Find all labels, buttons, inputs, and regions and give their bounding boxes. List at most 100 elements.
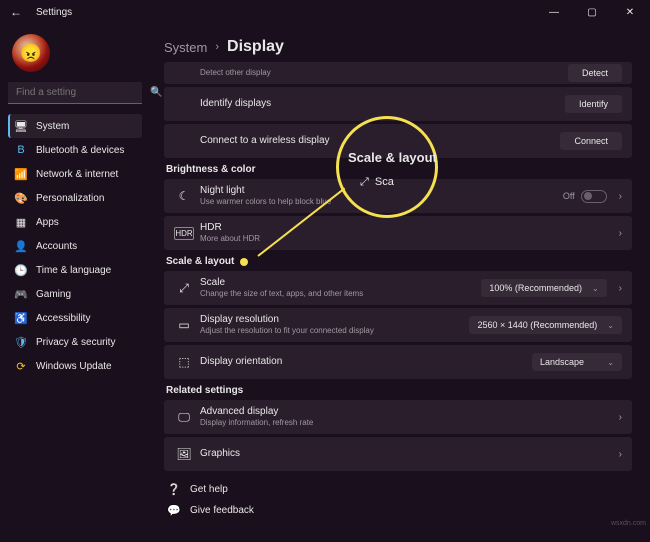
row-detect-other-display[interactable]: Detect other display Detect	[164, 62, 632, 84]
update-icon: ⟳	[14, 360, 28, 373]
section-related-settings: Related settings	[166, 385, 632, 396]
row-identify-displays[interactable]: Identify displays Identify	[164, 87, 632, 121]
row-advanced-display[interactable]: 🖵 Advanced display Display information, …	[164, 400, 632, 434]
sidebar-item-label: Network & internet	[36, 169, 118, 180]
avatar[interactable]: 😠	[12, 34, 50, 72]
sidebar-item-network[interactable]: 📶 Network & internet	[8, 162, 142, 186]
nightlight-toggle[interactable]	[581, 190, 607, 203]
section-scale-layout: Scale & layout	[166, 256, 632, 267]
chevron-down-icon: ⌄	[607, 321, 614, 330]
row-title: Night light	[200, 185, 563, 197]
maximize-button[interactable]: ▢	[578, 2, 606, 22]
row-scale[interactable]: ⤢ Scale Change the size of text, apps, a…	[164, 271, 632, 305]
resolution-dropdown[interactable]: 2560 × 1440 (Recommended) ⌄	[469, 316, 622, 334]
row-title: Graphics	[200, 448, 613, 460]
orientation-icon: ⬚	[174, 355, 194, 369]
row-title: Advanced display	[200, 406, 613, 418]
row-title: Detect other display	[200, 68, 568, 78]
row-subtitle: Change the size of text, apps, and other…	[200, 289, 481, 299]
sidebar-item-label: Apps	[36, 217, 59, 228]
page-title: Display	[227, 38, 284, 56]
connect-button[interactable]: Connect	[560, 132, 622, 150]
sidebar-item-time[interactable]: 🕒 Time & language	[8, 258, 142, 282]
orientation-dropdown[interactable]: Landscape ⌄	[532, 353, 622, 371]
identify-button[interactable]: Identify	[565, 95, 622, 113]
nightlight-icon: ☾	[174, 189, 194, 203]
section-scale-layout-label: Scale & layout	[166, 256, 234, 267]
row-title: Identify displays	[200, 98, 565, 110]
system-icon: 🖥	[14, 120, 28, 133]
sidebar-item-apps[interactable]: ▦ Apps	[8, 210, 142, 234]
chevron-down-icon: ⌄	[607, 358, 614, 367]
sidebar-item-privacy[interactable]: 🛡 Privacy & security	[8, 330, 142, 354]
callout-dot	[240, 258, 248, 266]
chevron-right-icon: ›	[613, 191, 622, 202]
dropdown-value: 100% (Recommended)	[489, 283, 582, 293]
link-give-feedback[interactable]: 💬 Give feedback	[164, 500, 632, 521]
sidebar-item-update[interactable]: ⟳ Windows Update	[8, 354, 142, 378]
help-links: ❔ Get help 💬 Give feedback	[164, 479, 632, 521]
paint-icon: 🎨	[14, 192, 28, 205]
sidebar-item-accessibility[interactable]: ♿ Accessibility	[8, 306, 142, 330]
sidebar-item-bluetooth[interactable]: B Bluetooth & devices	[8, 138, 142, 162]
chevron-right-icon: ›	[613, 228, 622, 239]
row-connect-wireless[interactable]: Connect to a wireless display Connect	[164, 124, 632, 158]
dropdown-value: 2560 × 1440 (Recommended)	[477, 320, 597, 330]
minimize-button[interactable]: —	[540, 2, 568, 22]
detect-button[interactable]: Detect	[568, 64, 622, 82]
sidebar-item-personalization[interactable]: 🎨 Personalization	[8, 186, 142, 210]
row-resolution[interactable]: ▭ Display resolution Adjust the resoluti…	[164, 308, 632, 342]
sidebar-item-label: Accounts	[36, 241, 77, 252]
scale-icon: ⤢	[174, 281, 194, 296]
sidebar-item-label: System	[36, 121, 69, 132]
scale-dropdown[interactable]: 100% (Recommended) ⌄	[481, 279, 606, 297]
chevron-right-icon: ›	[215, 41, 219, 53]
shield-icon: 🛡	[14, 336, 28, 349]
sidebar: 😠 🔍 🖥 System B Bluetooth & devices 📶 Net…	[0, 24, 150, 542]
chevron-down-icon: ⌄	[592, 284, 599, 293]
row-title: Connect to a wireless display	[200, 135, 560, 147]
accounts-icon: 👤	[14, 240, 28, 253]
search-input[interactable]	[14, 86, 150, 99]
search-box[interactable]: 🔍	[8, 82, 142, 104]
sidebar-item-label: Accessibility	[36, 313, 90, 324]
chevron-right-icon: ›	[613, 283, 622, 294]
row-subtitle: Use warmer colors to help block blue	[200, 197, 563, 207]
row-subtitle: More about HDR	[200, 234, 613, 244]
row-night-light[interactable]: ☾ Night light Use warmer colors to help …	[164, 179, 632, 213]
sidebar-item-accounts[interactable]: 👤 Accounts	[8, 234, 142, 258]
close-button[interactable]: ✕	[616, 2, 644, 22]
sidebar-item-label: Personalization	[36, 193, 104, 204]
row-graphics[interactable]: 🖼 Graphics ›	[164, 437, 632, 471]
sidebar-item-label: Time & language	[36, 265, 111, 276]
link-label: Get help	[190, 484, 228, 495]
breadcrumb-system[interactable]: System	[164, 40, 207, 55]
row-subtitle: Display information, refresh rate	[200, 418, 613, 428]
row-title: Scale	[200, 277, 481, 289]
help-icon: ❔	[166, 483, 182, 496]
link-get-help[interactable]: ❔ Get help	[164, 479, 632, 500]
apps-icon: ▦	[14, 216, 28, 229]
row-title: Display resolution	[200, 314, 469, 326]
hdr-icon: HDR	[174, 227, 194, 240]
monitor-icon: 🖵	[174, 410, 194, 425]
resolution-icon: ▭	[174, 318, 194, 332]
row-hdr[interactable]: HDR HDR More about HDR ›	[164, 216, 632, 250]
titlebar: ← Settings — ▢ ✕	[0, 0, 650, 24]
sidebar-item-gaming[interactable]: 🎮 Gaming	[8, 282, 142, 306]
chevron-right-icon: ›	[613, 449, 622, 460]
window-title: Settings	[36, 7, 72, 18]
back-button[interactable]: ←	[6, 5, 26, 19]
graphics-icon: 🖼	[174, 447, 194, 461]
row-orientation[interactable]: ⬚ Display orientation Landscape ⌄	[164, 345, 632, 379]
watermark: wsxdn.com	[611, 520, 646, 527]
row-subtitle: Adjust the resolution to fit your connec…	[200, 326, 469, 336]
sidebar-item-system[interactable]: 🖥 System	[8, 114, 142, 138]
row-title: HDR	[200, 222, 613, 234]
section-brightness-color: Brightness & color	[166, 164, 632, 175]
sidebar-item-label: Gaming	[36, 289, 71, 300]
sidebar-nav: 🖥 System B Bluetooth & devices 📶 Network…	[8, 114, 142, 378]
sidebar-item-label: Bluetooth & devices	[36, 145, 124, 156]
link-label: Give feedback	[190, 505, 254, 516]
feedback-icon: 💬	[166, 504, 182, 517]
